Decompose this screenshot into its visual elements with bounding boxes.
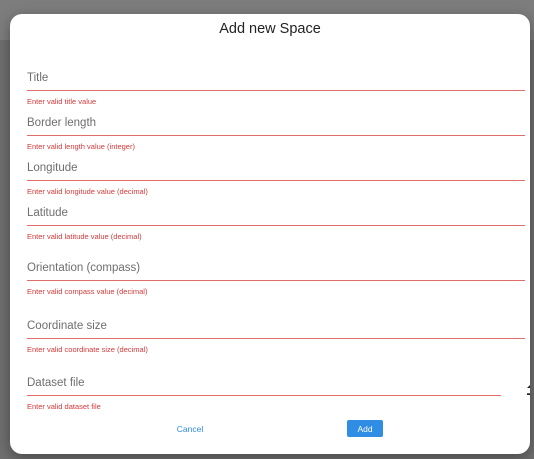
border-length-error: Enter valid length value (integer): [27, 142, 135, 151]
border-length-input[interactable]: [27, 112, 525, 136]
coordinate-size-error: Enter valid coordinate size (decimal): [27, 345, 148, 354]
add-button[interactable]: Add: [347, 420, 383, 437]
latitude-error: Enter valid latitude value (decimal): [27, 232, 142, 241]
dialog-title: Add new Space: [219, 21, 321, 37]
cancel-button[interactable]: Cancel: [162, 420, 218, 437]
title-error: Enter valid title value: [27, 97, 97, 106]
add-space-dialog: Add new Space Enter valid title value En…: [10, 14, 530, 454]
coordinate-size-input[interactable]: [27, 315, 525, 339]
title-input[interactable]: [27, 67, 525, 91]
latitude-input[interactable]: [27, 202, 525, 226]
dataset-file-input[interactable]: [27, 372, 501, 396]
upload-icon[interactable]: [527, 383, 530, 395]
orientation-error: Enter valid compass value (decimal): [27, 287, 148, 296]
longitude-error: Enter valid longitude value (decimal): [27, 187, 148, 196]
orientation-input[interactable]: [27, 257, 525, 281]
longitude-input[interactable]: [27, 157, 525, 181]
dataset-file-error: Enter valid dataset file: [27, 402, 101, 411]
